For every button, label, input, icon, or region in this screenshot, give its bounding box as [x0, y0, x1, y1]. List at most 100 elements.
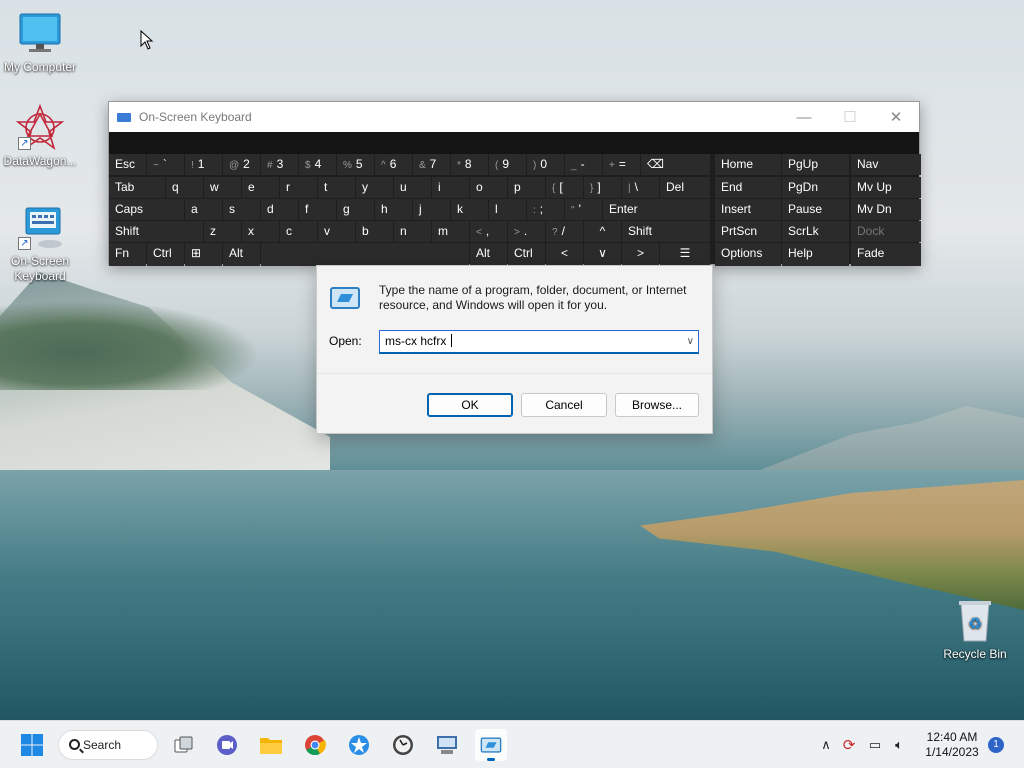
- chevron-up-icon[interactable]: ∧: [816, 737, 836, 753]
- key-pgup[interactable]: PgUp: [782, 154, 849, 175]
- key-menu[interactable]: ☰: [660, 243, 710, 266]
- key-c[interactable]: c: [280, 221, 317, 242]
- key-enter[interactable]: Enter: [603, 199, 710, 220]
- key-backtick[interactable]: ~ `: [147, 154, 184, 175]
- display-icon[interactable]: ▭: [862, 737, 888, 753]
- key-equals[interactable]: + =: [603, 154, 640, 175]
- key-backspace[interactable]: ⌫: [641, 154, 710, 175]
- key-space[interactable]: [261, 243, 469, 266]
- chrome-button[interactable]: [299, 729, 331, 761]
- key-semicolon[interactable]: :;: [527, 199, 564, 220]
- chevron-down-icon[interactable]: ∨: [687, 331, 694, 352]
- notification-badge[interactable]: 1: [988, 737, 1004, 753]
- file-explorer-button[interactable]: [255, 729, 287, 761]
- key-help[interactable]: Help: [782, 243, 849, 266]
- key-7[interactable]: & 7: [413, 154, 450, 175]
- key-alt-right[interactable]: Alt: [470, 243, 507, 266]
- close-button[interactable]: ✕: [873, 102, 919, 132]
- key-w[interactable]: w: [204, 177, 241, 198]
- task-view-button[interactable]: [168, 729, 200, 761]
- key-6[interactable]: ^ 6: [375, 154, 412, 175]
- key-k[interactable]: k: [451, 199, 488, 220]
- key-home[interactable]: Home: [715, 154, 781, 175]
- key-x[interactable]: x: [242, 221, 279, 242]
- key-d[interactable]: d: [261, 199, 298, 220]
- ok-button[interactable]: OK: [427, 393, 513, 417]
- key-down-arrow[interactable]: ∨: [584, 243, 621, 266]
- key-j[interactable]: j: [413, 199, 450, 220]
- chat-button[interactable]: [211, 729, 243, 761]
- key-nav[interactable]: Nav: [851, 154, 921, 175]
- key-comma[interactable]: <,: [470, 221, 507, 242]
- key-a[interactable]: a: [185, 199, 222, 220]
- key-i[interactable]: i: [432, 177, 469, 198]
- key-u[interactable]: u: [394, 177, 431, 198]
- key-fn[interactable]: Fn: [109, 243, 146, 266]
- osk-title-bar[interactable]: On-Screen Keyboard — ☐ ✕: [109, 102, 919, 132]
- key-l[interactable]: l: [489, 199, 526, 220]
- taskbar-search[interactable]: Search: [58, 730, 158, 760]
- key-alt-left[interactable]: Alt: [223, 243, 260, 266]
- key-fade[interactable]: Fade: [851, 243, 921, 266]
- key-scrlk[interactable]: ScrLk: [782, 221, 849, 242]
- desktop-icon-recycle-bin[interactable]: ♻ Recycle Bin: [935, 597, 1015, 662]
- cancel-button[interactable]: Cancel: [521, 393, 607, 417]
- key-pgdn[interactable]: PgDn: [782, 177, 849, 198]
- key-g[interactable]: g: [337, 199, 374, 220]
- key-mv-up[interactable]: Mv Up: [851, 177, 921, 198]
- maximize-button[interactable]: ☐: [827, 102, 873, 132]
- key-9[interactable]: (9: [489, 154, 526, 175]
- key-n[interactable]: n: [394, 221, 431, 242]
- desktop-icon-datawagon[interactable]: ↗ DataWagon...: [0, 103, 80, 169]
- app-button-clock[interactable]: [387, 729, 419, 761]
- on-screen-keyboard-window[interactable]: On-Screen Keyboard — ☐ ✕ Esc ~ ` ! 1 @2 #3…: [108, 101, 921, 266]
- key-m[interactable]: m: [432, 221, 469, 242]
- key-ctrl-right[interactable]: Ctrl: [508, 243, 545, 266]
- open-input[interactable]: ms-cx hcfrx ∨: [379, 330, 699, 354]
- volume-icon[interactable]: 🔈︎: [888, 737, 910, 753]
- key-tab[interactable]: Tab: [109, 177, 165, 198]
- key-ctrl-left[interactable]: Ctrl: [147, 243, 184, 266]
- desktop-icon-my-computer[interactable]: My Computer: [0, 10, 80, 75]
- key-2[interactable]: @2: [223, 154, 260, 175]
- key-pause[interactable]: Pause: [782, 199, 849, 220]
- key-t[interactable]: t: [318, 177, 355, 198]
- key-1[interactable]: ! 1: [185, 154, 222, 175]
- key-v[interactable]: v: [318, 221, 355, 242]
- key-5[interactable]: % 5: [337, 154, 374, 175]
- app-button-blue[interactable]: [343, 729, 375, 761]
- key-dock[interactable]: Dock: [851, 221, 921, 242]
- key-8[interactable]: * 8: [451, 154, 488, 175]
- key-y[interactable]: y: [356, 177, 393, 198]
- run-dialog[interactable]: Type the name of a program, folder, docu…: [316, 265, 713, 434]
- key-end[interactable]: End: [715, 177, 781, 198]
- key-prtscn[interactable]: PrtScn: [715, 221, 781, 242]
- key-left-arrow[interactable]: <: [546, 243, 583, 266]
- taskbar-clock[interactable]: 12:40 AM 1/14/2023: [912, 730, 992, 760]
- key-f[interactable]: f: [299, 199, 336, 220]
- key-period[interactable]: >.: [508, 221, 545, 242]
- key-options[interactable]: Options: [715, 243, 781, 266]
- key-right-arrow[interactable]: >: [622, 243, 659, 266]
- start-button[interactable]: [16, 729, 48, 761]
- key-slash[interactable]: ? /: [546, 221, 583, 242]
- key-left-bracket[interactable]: {[: [546, 177, 583, 198]
- key-caps[interactable]: Caps: [109, 199, 184, 220]
- key-s[interactable]: s: [223, 199, 260, 220]
- key-mv-dn[interactable]: Mv Dn: [851, 199, 921, 220]
- app-button-run[interactable]: [475, 729, 507, 761]
- browse-button[interactable]: Browse...: [615, 393, 699, 417]
- key-minus[interactable]: _ -: [565, 154, 602, 175]
- key-4[interactable]: $4: [299, 154, 336, 175]
- key-quote[interactable]: " ': [565, 199, 602, 220]
- minimize-button[interactable]: —: [781, 102, 827, 132]
- key-esc[interactable]: Esc: [109, 154, 146, 175]
- key-del[interactable]: Del: [660, 177, 710, 198]
- key-q[interactable]: q: [166, 177, 203, 198]
- key-z[interactable]: z: [204, 221, 241, 242]
- key-up-arrow[interactable]: ^: [584, 221, 621, 242]
- app-button-computer[interactable]: [431, 729, 463, 761]
- key-insert[interactable]: Insert: [715, 199, 781, 220]
- key-backslash[interactable]: | \: [622, 177, 659, 198]
- key-shift-right[interactable]: Shift: [622, 221, 710, 242]
